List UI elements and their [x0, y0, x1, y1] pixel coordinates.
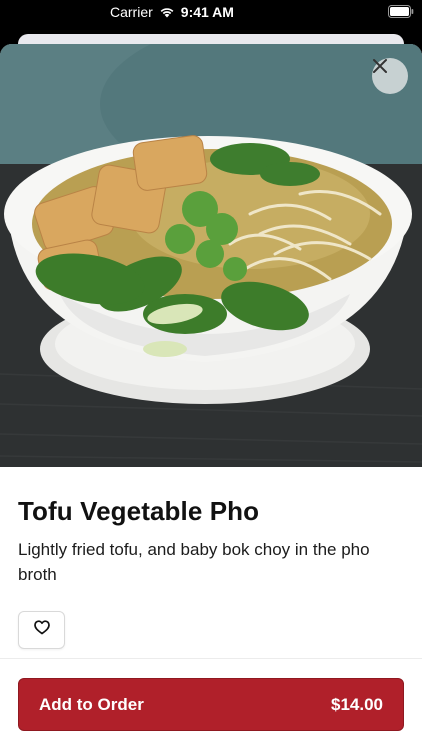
item-title: Tofu Vegetable Pho: [18, 496, 260, 526]
add-to-order-button[interactable]: Add to Order $14.00: [18, 678, 404, 731]
battery-icon: [388, 5, 414, 21]
heart-icon: [33, 620, 50, 640]
carrier-label: Carrier: [110, 4, 153, 20]
status-time: 9:41 AM: [180, 4, 234, 20]
close-button[interactable]: [372, 58, 408, 94]
status-bar: Carrier 9:41 AM: [0, 0, 422, 24]
screen: Carrier 9:41 AM Tofu Vegetable Pho Light…: [0, 0, 422, 750]
add-to-order-label: Add to Order: [39, 694, 144, 714]
pho-bowl-photo: [0, 44, 422, 467]
divider: [0, 658, 422, 659]
item-price: $14.00: [331, 694, 383, 714]
item-detail-sheet: Tofu Vegetable Pho Lightly fried tofu, a…: [0, 44, 422, 750]
favorite-button[interactable]: [18, 611, 65, 649]
status-left: Carrier 9:41 AM: [110, 4, 234, 20]
item-description: Lightly fried tofu, and baby bok choy in…: [18, 540, 370, 584]
wifi-icon: [159, 6, 175, 18]
